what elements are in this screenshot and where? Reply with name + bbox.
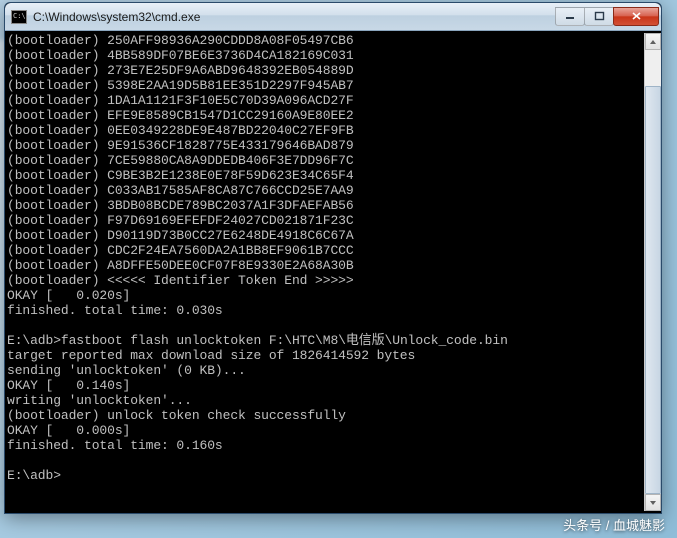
maximize-button[interactable]	[584, 7, 614, 26]
terminal[interactable]: (bootloader) 250AFF98936A290CDDD8A08F054…	[5, 31, 661, 513]
vertical-scrollbar	[644, 33, 661, 511]
scroll-up-button[interactable]	[645, 33, 661, 50]
chevron-up-icon	[649, 38, 657, 46]
titlebar[interactable]: C:\Windows\system32\cmd.exe	[5, 3, 661, 31]
maximize-icon	[594, 11, 605, 21]
scroll-track[interactable]	[645, 50, 661, 494]
close-icon	[631, 11, 642, 21]
scroll-thumb[interactable]	[645, 86, 661, 494]
chevron-down-icon	[649, 499, 657, 507]
watermark-text: 头条号 / 血城魅影	[563, 515, 665, 534]
minimize-button[interactable]	[555, 7, 585, 26]
minimize-icon	[565, 11, 576, 21]
cmd-window: C:\Windows\system32\cmd.exe (bootloader)…	[4, 2, 662, 514]
window-title: C:\Windows\system32\cmd.exe	[33, 10, 556, 24]
cmd-icon	[11, 10, 27, 24]
close-button[interactable]	[613, 7, 659, 26]
scroll-down-button[interactable]	[645, 494, 661, 511]
terminal-content: (bootloader) 250AFF98936A290CDDD8A08F054…	[7, 33, 644, 511]
window-buttons	[556, 8, 659, 26]
